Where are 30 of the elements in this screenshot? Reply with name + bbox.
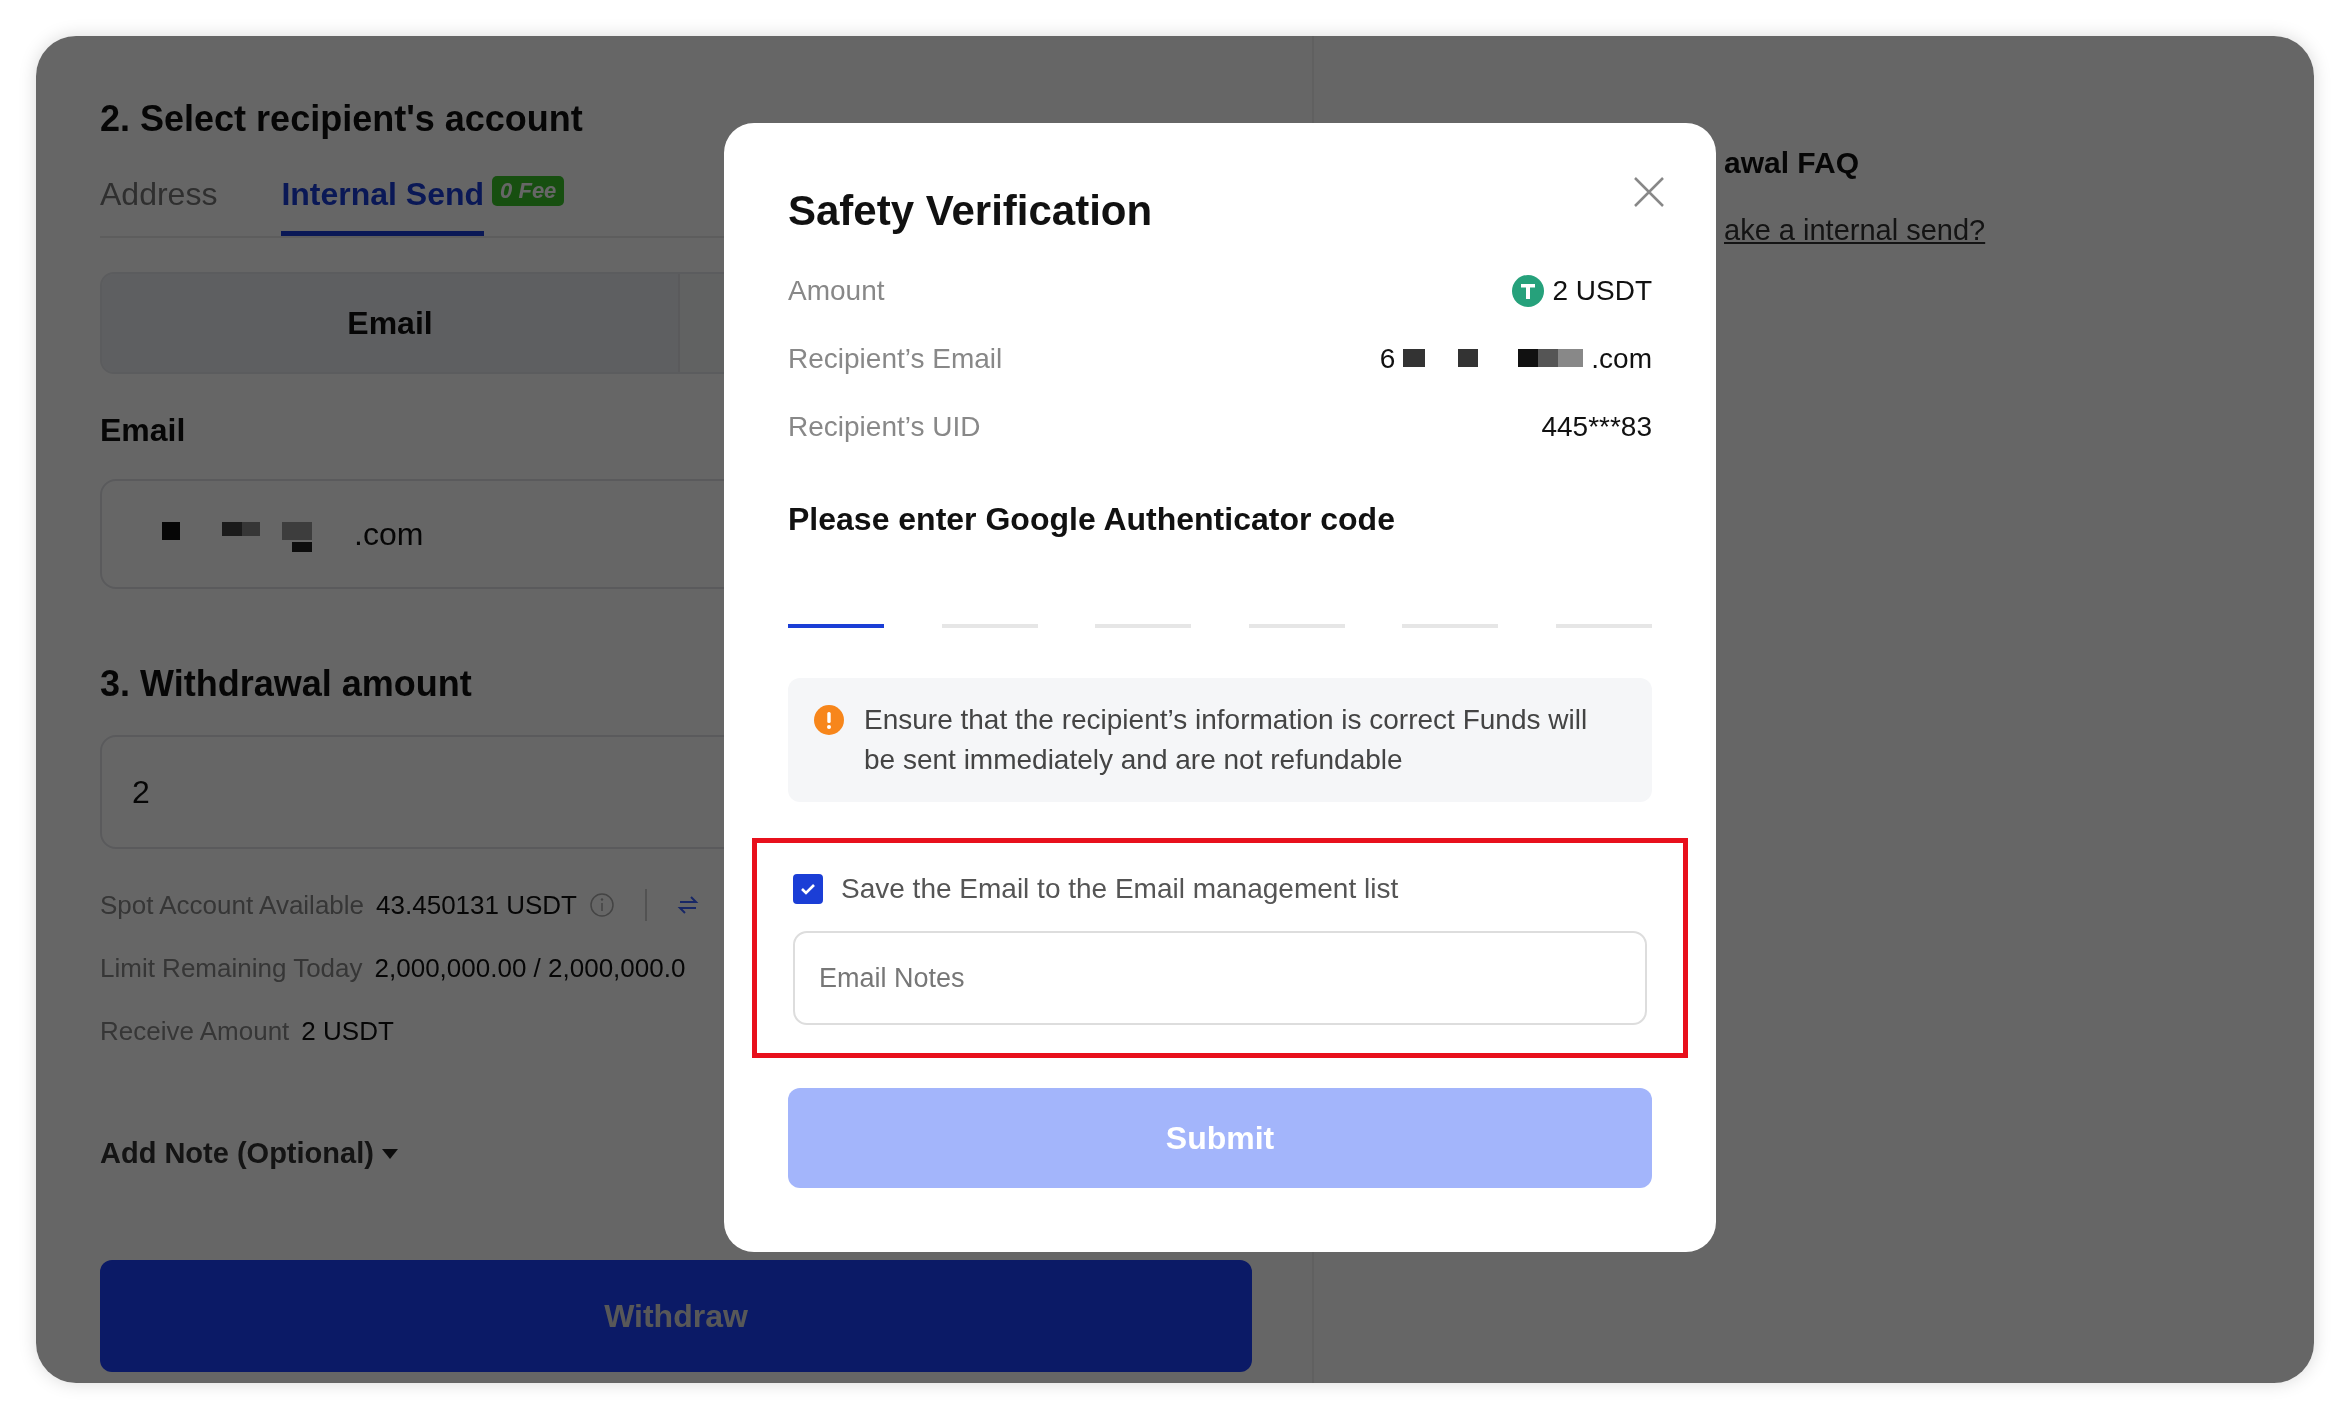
faq-link[interactable]: ake a internal send? (1724, 214, 2314, 247)
info-value: 43.450131 USDT (376, 889, 577, 921)
fee-badge: 0 Fee (492, 176, 565, 206)
detail-value: .com (1591, 343, 1652, 375)
detail-label: Recipient’s UID (788, 411, 981, 443)
withdraw-button[interactable]: Withdraw (100, 1260, 1252, 1372)
close-icon[interactable] (1632, 175, 1666, 209)
field-label: Email (100, 412, 186, 449)
section-title: 3. Withdrawal amount (100, 663, 472, 705)
detail-label: Amount (788, 275, 885, 307)
code-digit-field[interactable] (788, 624, 884, 628)
faq-title: awal FAQ (1724, 146, 1861, 180)
coin-icon (1512, 275, 1545, 307)
modal-title: Safety Verification (788, 187, 1154, 235)
info-value: 2 USDT (301, 1016, 394, 1047)
detail-value: 2 USDT (1552, 275, 1652, 307)
add-note-toggle[interactable]: Add Note (Optional) (100, 1137, 400, 1170)
warning-icon (814, 705, 844, 735)
info-icon[interactable] (588, 892, 615, 918)
checkbox[interactable] (793, 874, 823, 904)
detail-value: 6 (1379, 343, 1396, 375)
section-title: 2. Select recipient's account (100, 98, 583, 140)
detail-value: 445***83 (1541, 411, 1652, 443)
info-value: 2,000,000.00 / 2,000,000.0 (374, 953, 686, 984)
caret-icon (379, 1146, 400, 1161)
checkbox-label[interactable]: Save the Email to the Email management list (841, 873, 1399, 905)
detail-label: Recipient’s Email (788, 343, 1003, 375)
email-notes-field[interactable]: Email Notes (793, 931, 1647, 1025)
swap-icon[interactable] (676, 894, 699, 916)
tab[interactable]: Internal Send (281, 176, 485, 236)
